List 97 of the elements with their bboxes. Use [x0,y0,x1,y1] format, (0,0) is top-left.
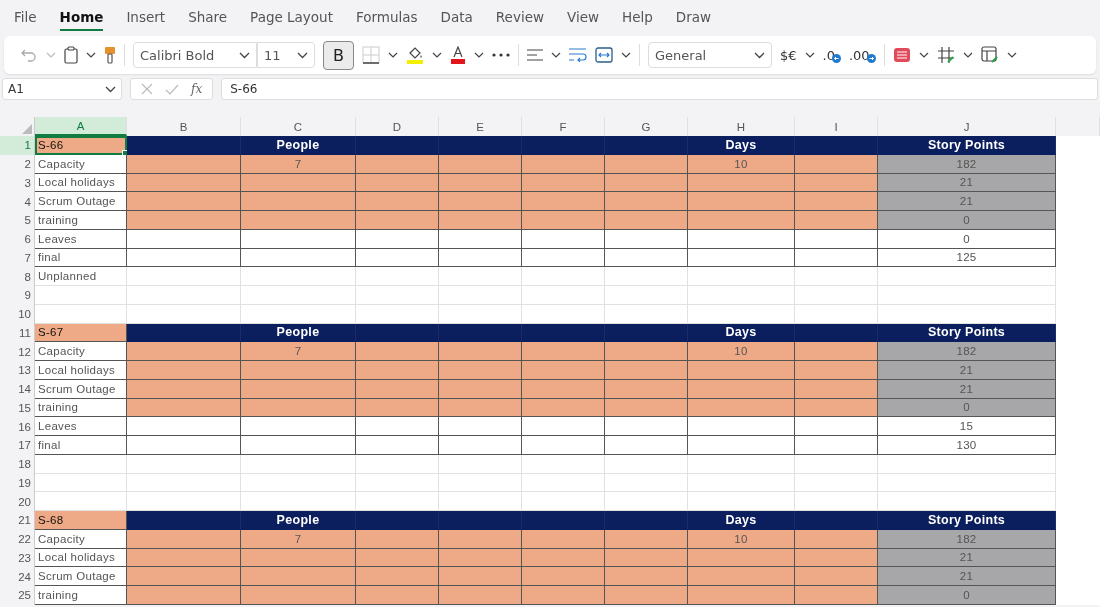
font-size-dropdown[interactable]: 11 [257,42,315,68]
table-cell: 15 [878,417,1056,436]
table-cell: training [35,586,127,605]
chevron-icon[interactable] [239,51,250,59]
header-cell: Days [688,136,795,155]
chevron-icon[interactable] [551,52,561,58]
row-header[interactable]: 13 [0,361,35,380]
name-box[interactable]: A1 [2,78,122,100]
table-cell: 21 [878,192,1056,211]
table-cell: 10 [688,342,795,361]
table-cell: 21 [878,361,1056,380]
table-icon[interactable] [892,47,911,63]
more-icon[interactable] [492,53,510,57]
chevron-icon[interactable] [432,52,442,58]
table-cell: Scrum Outage [35,192,127,211]
column-header[interactable]: D [356,117,439,136]
ribbon-tab[interactable]: Review [495,3,544,31]
insert-function-button[interactable]: fx [191,82,203,96]
table-cell: Capacity [35,342,127,361]
font-dropdown[interactable]: Calibri Bold [133,42,257,68]
ribbon-tab[interactable]: Help [622,3,653,31]
table-cell: final [35,436,127,455]
currency-button[interactable]: $€ [780,47,797,63]
paintbrush-icon[interactable] [104,46,116,64]
chevron-icon[interactable] [474,52,484,58]
chevron-icon[interactable] [105,85,116,93]
row-header[interactable]: 5 [0,211,35,230]
ribbon-tab[interactable]: Share [188,3,228,31]
clipboard-icon[interactable] [64,46,78,64]
bold-button[interactable]: B [323,40,354,70]
ribbon-tab[interactable]: Insert [126,3,166,31]
table-cell: training [35,211,127,230]
row-header[interactable]: 9 [0,286,35,305]
header-cell: People [241,511,356,530]
chevron-icon[interactable] [918,52,929,58]
chevron-icon[interactable] [297,51,308,59]
table-cell: Local holidays [35,361,127,380]
increase-decimal-button[interactable]: .00 [848,47,876,63]
chevron-icon[interactable] [804,52,815,58]
column-header[interactable]: G [605,117,688,136]
table-cell: 0 [878,211,1056,230]
header-cell: Days [688,511,795,530]
ribbon-tab[interactable]: Home [59,3,104,31]
chevron-icon[interactable] [1006,52,1017,58]
row-header[interactable]: 4 [0,192,35,211]
chevron-icon[interactable] [754,51,765,59]
table-cell: S-68 [35,511,127,530]
wrap-text-icon[interactable] [569,48,587,62]
row-header[interactable]: 24 [0,567,35,586]
table-cell: Scrum Outage [35,567,127,586]
header-cell: People [241,136,356,155]
table-cell: 21 [878,567,1056,586]
header-cell: Story Points [878,511,1056,530]
ribbon-tab[interactable]: Page Layout [250,3,333,31]
chevron-icon[interactable] [621,52,631,58]
ribbon-tab[interactable]: Formulas [355,3,418,31]
table-cell: 7 [241,342,356,361]
number-format-dropdown[interactable]: General [648,42,772,68]
ribbon-tab[interactable]: Draw [675,3,712,31]
table-cell: Leaves [35,417,127,436]
align-icon[interactable] [527,49,543,61]
fill-color-icon[interactable] [406,46,424,64]
ribbon-tab[interactable]: View [567,3,600,31]
row-header[interactable]: 25 [0,586,35,605]
row-header[interactable]: 21 [0,511,35,530]
row-header[interactable]: 17 [0,436,35,455]
borders-icon[interactable] [362,46,380,64]
check-icon[interactable] [165,83,179,95]
header-cell: Story Points [878,136,1056,155]
chevron-icon[interactable] [962,52,973,58]
column-header[interactable]: B [127,117,241,136]
font-color-icon[interactable] [450,46,466,64]
grid-icon[interactable] [936,46,955,64]
column-header[interactable]: H [688,117,795,136]
row-header[interactable]: 20 [0,492,35,511]
column-header[interactable]: A [35,117,127,136]
table-cell: Unplanned [35,267,127,286]
format-table-icon[interactable] [980,46,999,64]
row-header[interactable]: 1 [0,136,35,155]
chevron-icon[interactable] [388,52,398,58]
merge-icon[interactable] [595,47,613,63]
ribbon-tab[interactable]: File [14,3,37,31]
formula-field[interactable]: S-66 [221,78,1098,100]
column-header[interactable]: J [878,117,1056,136]
table-cell: 0 [878,586,1056,605]
row-header[interactable]: 16 [0,417,35,436]
row-header[interactable]: 8 [0,267,35,286]
row-header[interactable]: 12 [0,342,35,361]
table-cell: 182 [878,342,1056,361]
column-header[interactable]: E [439,117,522,136]
ribbon-tab[interactable]: Data [440,3,473,31]
table-cell: 130 [878,436,1056,455]
chevron-icon[interactable] [86,52,96,58]
column-header[interactable]: I [795,117,878,136]
table-cell: S-66 [35,136,127,155]
column-header[interactable]: F [522,117,605,136]
column-header[interactable]: C [241,117,356,136]
